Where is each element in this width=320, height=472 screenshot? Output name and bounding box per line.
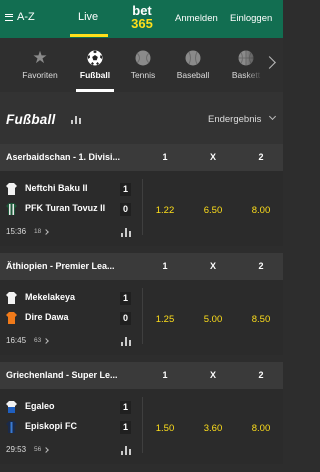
column-home: 1: [162, 261, 168, 271]
menu-icon: [5, 13, 13, 21]
column-draw: X: [209, 152, 216, 162]
jersey-icon: [6, 292, 17, 304]
match-row[interactable]: Egaleo 1 Episkopi FC 1 29:53 56 1.50 3.6…: [0, 389, 283, 464]
chevron-right-icon: [43, 338, 49, 344]
team-name: Dire Dawa: [25, 312, 69, 322]
logo-line-2: 365: [131, 16, 153, 31]
team-name: PFK Turan Tovuz II: [25, 203, 106, 213]
match-row[interactable]: Mekelakeya 1 Dire Dawa 0 16:45 63 1.25 5…: [0, 280, 283, 355]
home-score: 1: [120, 183, 131, 196]
live-tab-indicator: [70, 34, 108, 37]
team-name: Neftchi Baku II: [25, 183, 88, 193]
star-icon: ★: [32, 48, 48, 67]
a-z-label: A-Z: [17, 11, 35, 23]
divider: [142, 179, 143, 235]
live-tab[interactable]: Live: [78, 11, 98, 23]
markets-count: 63: [34, 337, 42, 344]
login-link[interactable]: Anmelden: [175, 13, 218, 24]
tennis-ball-icon: [135, 50, 151, 66]
column-draw: X: [209, 261, 216, 271]
scroll-fade: [245, 38, 263, 92]
a-z-menu-button[interactable]: A-Z: [5, 11, 35, 23]
jersey-icon: [6, 203, 17, 215]
column-away: 2: [258, 370, 264, 380]
divider: [142, 397, 143, 453]
competition-name: Äthiopien - Premier Lea...: [6, 261, 115, 271]
odds-draw[interactable]: 3.60: [196, 423, 230, 434]
match-clock: 15:36: [6, 227, 27, 236]
match-row[interactable]: Neftchi Baku II 1 PFK Turan Tovuz II 0 1…: [0, 171, 283, 246]
register-link[interactable]: Einloggen: [230, 13, 272, 24]
markets-count: 56: [34, 446, 42, 453]
jersey-icon: [6, 401, 17, 413]
baseball-icon: [185, 50, 201, 66]
jersey-icon: [6, 312, 17, 324]
jersey-icon: [6, 421, 17, 433]
jersey-icon: [6, 183, 17, 195]
home-score: 1: [120, 292, 131, 305]
odds-away[interactable]: 8.50: [244, 314, 278, 325]
team-name: Episkopi FC: [25, 421, 78, 431]
market-selector[interactable]: Endergebnis: [208, 114, 261, 125]
sport-label: Favoriten: [22, 70, 58, 80]
column-home: 1: [162, 152, 168, 162]
page-title: Fußball: [6, 112, 56, 127]
stats-icon[interactable]: [121, 227, 131, 237]
soccer-ball-icon: [87, 50, 103, 66]
chevron-right-icon: [43, 447, 49, 453]
odds-draw[interactable]: 6.50: [196, 205, 230, 216]
stats-icon[interactable]: [121, 445, 131, 455]
stats-icon[interactable]: [121, 336, 131, 346]
competition-name: Aserbaidschan - 1. Divisi...: [6, 152, 121, 162]
column-away: 2: [258, 152, 264, 162]
odds-away[interactable]: 8.00: [244, 205, 278, 216]
column-draw: X: [209, 370, 216, 380]
sport-label: Baseball: [176, 70, 210, 80]
match-clock: 29:53: [6, 445, 27, 454]
stats-icon[interactable]: [71, 114, 81, 124]
odds-away[interactable]: 8.00: [244, 423, 278, 434]
chevron-right-icon: [43, 229, 49, 235]
sport-selector: ★ Favoriten Fußball Tennis Baseball: [0, 38, 283, 92]
column-away: 2: [258, 261, 264, 271]
sport-item-favoriten[interactable]: ★ Favoriten: [10, 38, 70, 92]
team-name: Mekelakeya: [25, 292, 76, 302]
markets-count: 18: [34, 228, 42, 235]
away-score: 1: [120, 421, 131, 434]
home-score: 1: [120, 401, 131, 414]
competition-header[interactable]: Äthiopien - Premier Lea... 1 X 2: [0, 253, 283, 280]
competition-header[interactable]: Griechenland - Super Le... 1 X 2: [0, 362, 283, 389]
odds-draw[interactable]: 5.00: [196, 314, 230, 325]
team-name: Egaleo: [25, 401, 55, 411]
away-score: 0: [120, 312, 131, 325]
column-home: 1: [162, 370, 168, 380]
odds-home[interactable]: 1.22: [148, 205, 182, 216]
odds-home[interactable]: 1.25: [148, 314, 182, 325]
competition-name: Griechenland - Super Le...: [6, 370, 118, 380]
bet365-logo[interactable]: bet 365: [124, 4, 160, 30]
divider: [142, 288, 143, 344]
away-score: 0: [120, 203, 131, 216]
odds-home[interactable]: 1.50: [148, 423, 182, 434]
match-clock: 16:45: [6, 336, 27, 345]
sport-item-baseball[interactable]: Baseball: [163, 38, 223, 92]
competition-header[interactable]: Aserbaidschan - 1. Divisi... 1 X 2: [0, 144, 283, 171]
